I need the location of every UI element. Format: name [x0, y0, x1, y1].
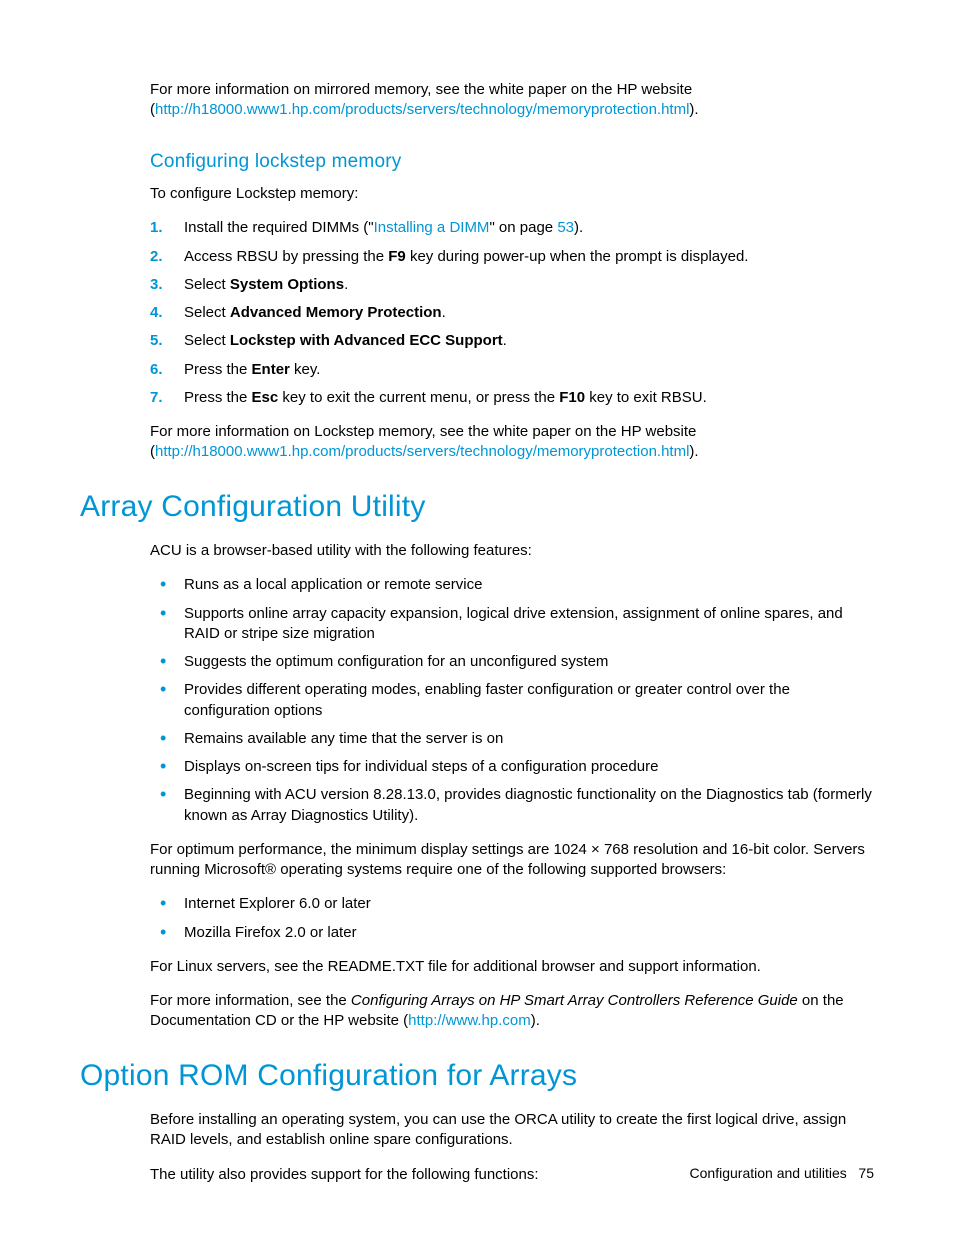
hp-website-link[interactable]: http://www.hp.com	[408, 1012, 531, 1029]
acu-more-info: For more information, see the Configurin…	[150, 991, 874, 1032]
list-item: Supports online array capacity expansion…	[150, 604, 874, 645]
lockstep-steps: 1.Install the required DIMMs ("Installin…	[150, 218, 874, 408]
step-number: 3.	[150, 275, 163, 295]
list-item: 2.Access RBSU by pressing the F9 key dur…	[150, 247, 874, 267]
acu-browser-list: Internet Explorer 6.0 or later Mozilla Fi…	[150, 894, 874, 943]
step-number: 4.	[150, 303, 163, 323]
cross-ref-link[interactable]: Installing a DIMM	[374, 219, 490, 236]
heading-acu: Array Configuration Utility	[80, 487, 874, 528]
list-item: Remains available any time that the serv…	[150, 729, 874, 749]
step-number: 7.	[150, 388, 163, 408]
list-item: 3.Select System Options.	[150, 275, 874, 295]
lockstep-outro: For more information on Lockstep memory,…	[150, 422, 874, 463]
list-item: 1.Install the required DIMMs ("Installin…	[150, 218, 874, 238]
page-footer: Configuration and utilities 75	[690, 1164, 874, 1183]
page-ref-link[interactable]: 53	[557, 219, 574, 236]
intro-paragraph: For more information on mirrored memory,…	[150, 80, 874, 121]
acu-block: ACU is a browser-based utility with the …	[150, 541, 874, 1032]
lockstep-outro-link[interactable]: http://h18000.www1.hp.com/products/serve…	[155, 443, 689, 460]
acu-feature-list: Runs as a local application or remote se…	[150, 575, 874, 826]
list-item: 7.Press the Esc key to exit the current …	[150, 388, 874, 408]
step-number: 6.	[150, 360, 163, 380]
list-item: 6.Press the Enter key.	[150, 360, 874, 380]
acu-linux-note: For Linux servers, see the README.TXT fi…	[150, 957, 874, 977]
list-item: Internet Explorer 6.0 or later	[150, 894, 874, 914]
list-item: Provides different operating modes, enab…	[150, 680, 874, 721]
step-number: 5.	[150, 331, 163, 351]
step-number: 1.	[150, 218, 163, 238]
list-item: Displays on-screen tips for individual s…	[150, 757, 874, 777]
footer-section: Configuration and utilities	[690, 1165, 847, 1181]
list-item: Mozilla Firefox 2.0 or later	[150, 923, 874, 943]
list-item: Beginning with ACU version 8.28.13.0, pr…	[150, 785, 874, 826]
step-number: 2.	[150, 247, 163, 267]
lockstep-lead: To configure Lockstep memory:	[150, 184, 874, 204]
acu-lead: ACU is a browser-based utility with the …	[150, 541, 874, 561]
list-item: 5.Select Lockstep with Advanced ECC Supp…	[150, 331, 874, 351]
list-item: 4.Select Advanced Memory Protection.	[150, 303, 874, 323]
subsection-heading-lockstep: Configuring lockstep memory	[150, 149, 874, 175]
list-item: Suggests the optimum configuration for a…	[150, 652, 874, 672]
intro-block: For more information on mirrored memory,…	[150, 80, 874, 463]
orca-p1: Before installing an operating system, y…	[150, 1110, 874, 1151]
intro-link[interactable]: http://h18000.www1.hp.com/products/serve…	[155, 101, 689, 118]
acu-display-req: For optimum performance, the minimum dis…	[150, 840, 874, 881]
footer-page-number: 75	[858, 1165, 874, 1181]
heading-orca: Option ROM Configuration for Arrays	[80, 1056, 874, 1097]
list-item: Runs as a local application or remote se…	[150, 575, 874, 595]
